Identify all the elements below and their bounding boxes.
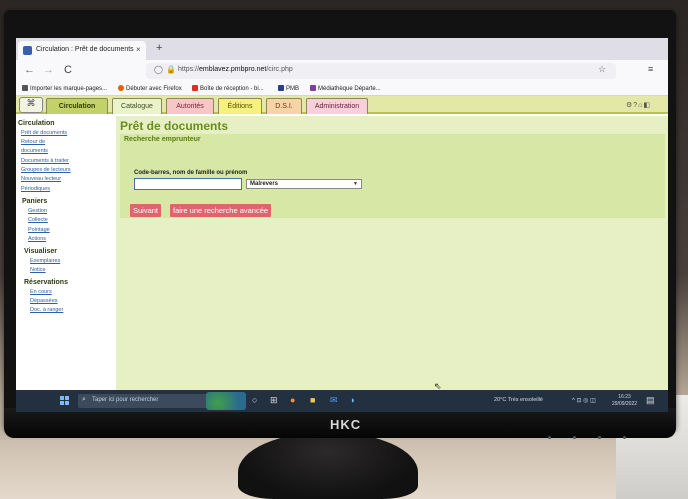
monitor-buttons[interactable]	[548, 426, 658, 439]
chevron-down-icon: ▼	[353, 181, 358, 187]
sidebar-item-nouveau-lecteur[interactable]: Nouveau lecteur	[21, 176, 61, 182]
location-select-value: Malrevers	[250, 181, 279, 187]
next-button[interactable]: Suivant	[130, 204, 162, 217]
clock[interactable]: 16:23 29/09/2022	[612, 394, 637, 408]
url-text[interactable]: https://emblavez.pmbpro.net/circ.php	[178, 66, 293, 73]
bookmark-mediatheque[interactable]: Médiathèque Départe...	[310, 85, 381, 92]
windows-start-icon[interactable]	[60, 396, 69, 405]
bookmark-pmb[interactable]: PMB	[278, 85, 299, 92]
sidebar-heading-paniers: Paniers	[22, 198, 48, 205]
sidebar-item-groupes[interactable]: Groupes de lecteurs	[21, 167, 71, 173]
search-icon: ⌕	[82, 396, 86, 403]
taskbar-search-box[interactable]: ⌕ Taper ici pour rechercher	[78, 394, 208, 408]
close-tab-icon[interactable]: ×	[136, 45, 141, 54]
tab-catalogue[interactable]: Catalogue	[112, 98, 162, 114]
sidebar-item-retour[interactable]: Retour de	[21, 139, 45, 145]
sidebar-item-doc-a-ranger[interactable]: Doc. à ranger	[30, 307, 63, 313]
weather-widget[interactable]: 20°C Très ensoleillé	[494, 397, 543, 403]
bookmark-firefox[interactable]: Débuter avec Firefox	[118, 85, 182, 92]
gmail-icon	[192, 85, 198, 91]
url-bar[interactable]: ◯ 🔒 https://emblavez.pmbpro.net/circ.php…	[146, 63, 616, 79]
app-menu-icon[interactable]: ≡	[648, 64, 653, 74]
main-content: Prêt de documents Recherche emprunteur C…	[116, 116, 668, 396]
monitor-brand: HKC	[330, 417, 362, 432]
sidebar-heading-visualiser: Visualiser	[24, 248, 57, 255]
bookmarks-bar: Importer les marque-pages... Débuter ave…	[16, 82, 668, 96]
network-icon[interactable]: ◗	[350, 395, 355, 405]
sidebar-item-gestion[interactable]: Gestion	[28, 208, 47, 214]
sidebar-heading-circulation: Circulation	[18, 120, 55, 127]
widgets-icon[interactable]: ⊞	[270, 395, 278, 406]
pmb-icon	[278, 85, 284, 91]
clock-time: 16:23	[618, 394, 631, 400]
system-tray-icons[interactable]: ^ ⊡ ◎ ◫	[572, 397, 596, 404]
tab-circulation[interactable]: Circulation	[46, 98, 108, 114]
pmb-app: ⌘ Circulation Catalogue Autorités Éditio…	[16, 96, 668, 396]
sidebar-item-documents-a-traiter[interactable]: Documents à traiter	[21, 158, 69, 164]
browser-tab-bar: Circulation : Prêt de documents × +	[16, 38, 668, 60]
forward-arrow-icon[interactable]: →	[43, 64, 54, 76]
sidebar: Circulation Prêt de documents Retour de …	[16, 116, 116, 396]
sidebar-item-actions[interactable]: Actions	[28, 236, 46, 242]
import-icon	[22, 85, 28, 91]
page-title: Prêt de documents	[120, 119, 229, 133]
sidebar-item-exemplaires[interactable]: Exemplaires	[30, 258, 60, 264]
mail-icon[interactable]: ✉	[330, 395, 338, 406]
panel-title: Recherche emprunteur	[124, 136, 201, 143]
header-tool-icons[interactable]: ⚙?⌂◧	[626, 101, 651, 109]
search-highlight-art	[206, 392, 246, 410]
sidebar-item-depassees[interactable]: Dépassées	[30, 298, 58, 304]
task-view-icon[interactable]: ○	[252, 395, 257, 405]
sidebar-item-pret[interactable]: Prêt de documents	[21, 130, 67, 136]
clock-date: 29/09/2022	[612, 401, 638, 407]
sidebar-item-pointage[interactable]: Pointage	[28, 227, 50, 233]
pmb-logo-icon[interactable]: ⌘	[19, 97, 43, 113]
pmb-menu-bar: ⌘ Circulation Catalogue Autorités Éditio…	[16, 96, 668, 114]
borrower-search-panel: Recherche emprunteur Code-barres, nom de…	[120, 134, 665, 218]
sidebar-item-periodiques[interactable]: Périodiques	[21, 186, 50, 192]
firefox-icon	[118, 85, 124, 91]
windows-taskbar: ⌕ Taper ici pour rechercher ○ ⊞ ● ■ ✉ ◗ …	[16, 390, 668, 412]
bookmark-import[interactable]: Importer les marque-pages...	[22, 85, 107, 92]
screen: Circulation : Prêt de documents × + ← → …	[16, 38, 668, 412]
new-tab-button[interactable]: +	[156, 42, 162, 54]
file-explorer-icon[interactable]: ■	[310, 395, 315, 405]
tab-editions[interactable]: Éditions	[218, 98, 262, 114]
shield-icon[interactable]: ◯	[154, 65, 163, 74]
pmb-favicon-icon	[23, 46, 32, 55]
barcode-field-label: Code-barres, nom de famille ou prénom	[134, 170, 248, 176]
sidebar-heading-reservations: Réservations	[24, 279, 68, 286]
advanced-search-button[interactable]: faire une recherche avancée	[170, 204, 272, 217]
bookmark-gmail[interactable]: Boîte de réception - bi...	[192, 85, 264, 92]
browser-tab[interactable]: Circulation : Prêt de documents ×	[18, 41, 146, 60]
sidebar-item-en-cours[interactable]: En cours	[30, 289, 52, 295]
sidebar-item-notice[interactable]: Notice	[30, 267, 46, 273]
lock-icon[interactable]: 🔒	[166, 65, 176, 74]
sidebar-item-retour-cont[interactable]: documents	[21, 148, 48, 154]
back-arrow-icon[interactable]: ←	[24, 64, 35, 76]
barcode-input[interactable]	[134, 178, 242, 190]
bookmark-star-icon[interactable]: ☆	[598, 64, 606, 75]
tab-autorites[interactable]: Autorités	[166, 98, 214, 114]
mediatheque-icon	[310, 85, 316, 91]
tab-dsi[interactable]: D.S.I.	[266, 98, 302, 114]
tab-title: Circulation : Prêt de documents	[36, 46, 134, 53]
firefox-taskbar-icon[interactable]: ●	[290, 395, 295, 405]
taskbar-search-placeholder: Taper ici pour rechercher	[92, 397, 159, 403]
tab-administration[interactable]: Administration	[306, 98, 368, 114]
sidebar-item-collecte[interactable]: Collecte	[28, 217, 48, 223]
reload-icon[interactable]: C	[64, 64, 72, 76]
browser-nav-bar: ← → C ◯ 🔒 https://emblavez.pmbpro.net/ci…	[16, 60, 668, 82]
location-select[interactable]: Malrevers ▼	[246, 179, 362, 189]
notification-icon[interactable]: ▤	[646, 395, 655, 406]
